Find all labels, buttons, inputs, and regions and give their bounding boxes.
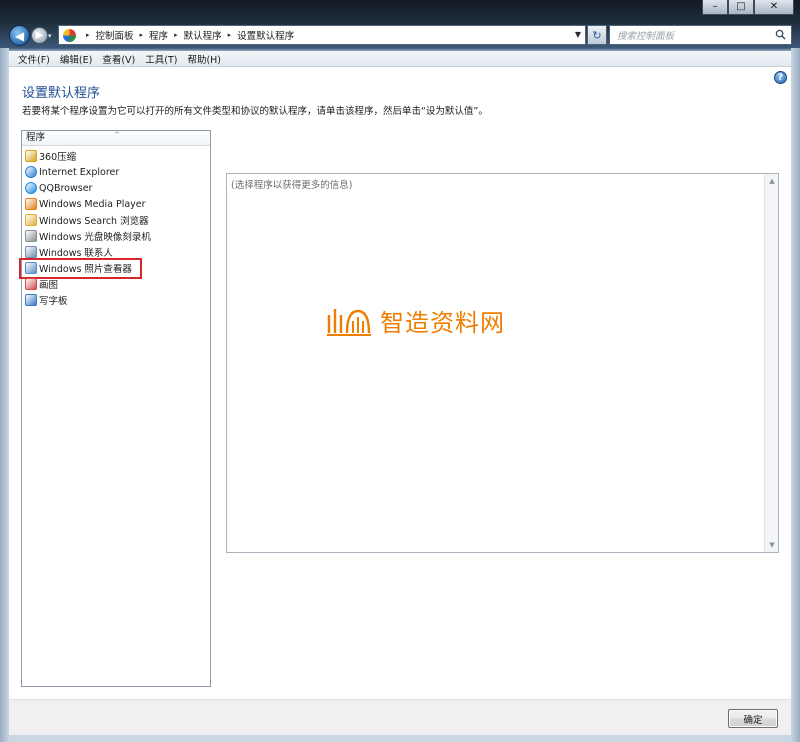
program-item[interactable]: Windows 照片查看器 (19, 258, 210, 279)
photo-viewer-icon (25, 262, 37, 274)
search-icon[interactable] (775, 29, 786, 40)
program-item[interactable]: Windows 联系人 (22, 244, 210, 260)
program-item[interactable]: QQBrowser (22, 180, 210, 196)
menu-view[interactable]: 查看(V) (97, 52, 140, 66)
program-item-label: Windows 联系人 (39, 248, 113, 259)
address-dropdown-icon[interactable]: ▼ (575, 30, 581, 39)
close-button[interactable]: ✕ (754, 0, 794, 15)
window-border-left (0, 48, 9, 742)
caption-buttons: – □ ✕ (702, 0, 794, 15)
search-placeholder: 搜索控制面板 (617, 31, 675, 42)
breadcrumb-control-panel[interactable]: 控制面板 (96, 28, 134, 42)
disc-burner-icon (25, 230, 37, 242)
breadcrumb-set-default-programs[interactable]: 设置默认程序 (237, 28, 294, 42)
menu-bar: 文件(F) 编辑(E) 查看(V) 工具(T) 帮助(H) (9, 51, 791, 67)
program-list[interactable]: 程序 ^ 360压缩 Internet Explorer QQBrowser Wind… (19, 130, 211, 687)
maximize-button[interactable]: □ (728, 0, 754, 15)
qqbrowser-icon (25, 182, 37, 194)
chevron-right-icon[interactable]: ▸ (86, 31, 90, 39)
program-item-label: 360压缩 (39, 152, 77, 163)
breadcrumb-default-programs[interactable]: 默认程序 (184, 28, 222, 42)
help-icon[interactable]: ? (774, 71, 787, 84)
ie-icon (25, 166, 37, 178)
program-item[interactable]: Windows 光盘映像刻录机 (22, 228, 210, 244)
program-item[interactable]: Internet Explorer (22, 164, 210, 180)
watermark-logo-icon (327, 308, 371, 336)
chevron-right-icon[interactable]: ▸ (140, 31, 144, 39)
program-item[interactable]: 画图 (22, 276, 210, 292)
program-item-label: QQBrowser (39, 182, 93, 194)
program-item[interactable]: 360压缩 (22, 148, 210, 164)
control-panel-icon (63, 28, 76, 42)
info-scrollbar[interactable]: ▲ ▼ (764, 174, 778, 552)
program-item-label: Windows 光盘映像刻录机 (39, 232, 151, 243)
program-item[interactable]: Windows Media Player (22, 196, 210, 212)
archive-icon (25, 150, 37, 162)
history-dropdown-icon[interactable]: ▾ (48, 32, 52, 40)
program-list-header[interactable]: 程序 ^ (22, 131, 210, 146)
search-explorer-icon (25, 214, 37, 226)
menu-file[interactable]: 文件(F) (13, 52, 55, 66)
page-description: 若要将某个程序设置为它可以打开的所有文件类型和协议的默认程序，请单击该程序，然后… (22, 106, 488, 117)
program-item[interactable]: 写字板 (22, 292, 210, 308)
program-info-panel: (选择程序以获得更多的信息) ▲ ▼ (226, 173, 779, 553)
chevron-right-icon[interactable]: ▸ (174, 31, 178, 39)
address-bar[interactable]: ▸ 控制面板 ▸ 程序 ▸ 默认程序 ▸ 设置默认程序 ▼ (58, 25, 586, 45)
program-item-label: 画图 (39, 280, 59, 291)
footer-bar: 确定 (9, 699, 791, 735)
menu-tools[interactable]: 工具(T) (140, 52, 182, 66)
menu-help[interactable]: 帮助(H) (182, 52, 226, 66)
chevron-right-icon[interactable]: ▸ (228, 31, 232, 39)
program-column-label: 程序 (26, 132, 46, 143)
paint-icon (25, 278, 37, 290)
forward-button[interactable]: ▶ (31, 27, 48, 44)
scroll-down-icon[interactable]: ▼ (765, 538, 779, 552)
menu-edit[interactable]: 编辑(E) (55, 52, 97, 66)
sort-ascending-icon: ^ (114, 131, 120, 139)
program-item-label: Internet Explorer (39, 166, 120, 178)
minimize-button[interactable]: – (702, 0, 728, 15)
window-border-right (791, 48, 800, 742)
media-player-icon (25, 198, 37, 210)
search-input[interactable]: 搜索控制面板 (609, 25, 792, 45)
content-area: ? 设置默认程序 若要将某个程序设置为它可以打开的所有文件类型和协议的默认程序，… (9, 67, 791, 699)
scroll-up-icon[interactable]: ▲ (765, 174, 779, 188)
program-item-label: Windows Search 浏览器 (39, 216, 149, 227)
breadcrumb-programs[interactable]: 程序 (149, 28, 168, 42)
watermark-text: 智造资料网 (380, 309, 505, 337)
ok-button[interactable]: 确定 (728, 709, 778, 728)
program-item-label: Windows 照片查看器 (39, 264, 132, 275)
refresh-button[interactable]: ↻ (587, 25, 607, 45)
program-item-label: 写字板 (39, 296, 68, 307)
back-button[interactable]: ◀ (9, 25, 30, 46)
program-item-label: Windows Media Player (39, 198, 146, 210)
program-item[interactable]: Windows Search 浏览器 (22, 212, 210, 228)
program-items: 360压缩 Internet Explorer QQBrowser Windows M… (19, 146, 210, 308)
page-title: 设置默认程序 (22, 86, 101, 101)
watermark: 智造资料网 (326, 303, 505, 338)
info-placeholder: (选择程序以获得更多的信息) (231, 180, 353, 191)
wordpad-icon (25, 294, 37, 306)
contacts-icon (25, 246, 37, 258)
